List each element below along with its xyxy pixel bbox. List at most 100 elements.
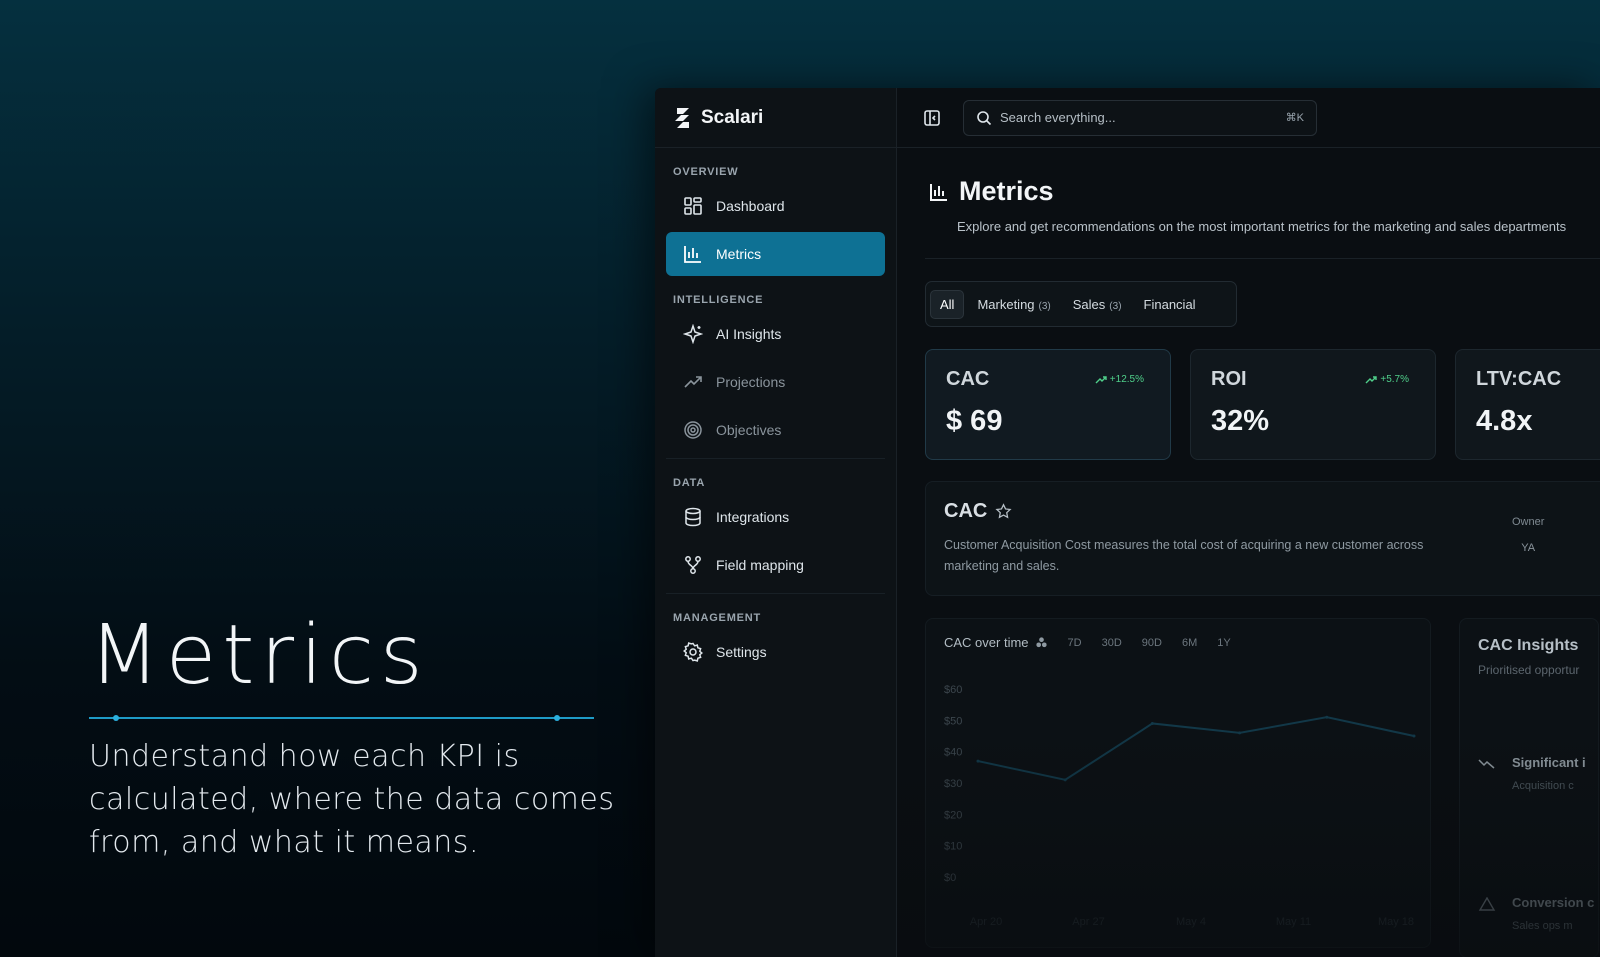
x-tick-label: Apr 20 (970, 916, 1002, 928)
trend-down-icon (1478, 759, 1495, 769)
metric-title-text: CAC (944, 500, 988, 522)
owner-label: Owner (1512, 516, 1545, 528)
kpi-card-roi[interactable]: ROI +5.7% 32% (1190, 349, 1436, 460)
sidebar-item-label: Field mapping (716, 557, 804, 573)
tab-count: (3) (1109, 300, 1122, 312)
sidebar-item-integrations[interactable]: Integrations (666, 495, 885, 539)
tab-marketing[interactable]: Marketing (3) (968, 291, 1059, 318)
tab-financial[interactable]: Financial (1135, 291, 1205, 318)
range-1y[interactable]: 1Y (1217, 637, 1230, 649)
search-placeholder: Search everything... (1000, 110, 1116, 125)
tab-label: Marketing (977, 296, 1035, 312)
y-tick-label: $60 (944, 684, 962, 696)
bar-chart-icon (930, 183, 947, 201)
range-6m[interactable]: 6M (1182, 637, 1197, 649)
tab-count: (3) (1038, 300, 1051, 312)
kpi-delta: +5.7% (1365, 374, 1409, 385)
sidebar-item-label: Dashboard (716, 198, 785, 214)
owner-initials: YA (1521, 542, 1536, 554)
divider (666, 593, 885, 594)
data-point (1325, 715, 1329, 719)
sidebar-item-label: Integrations (716, 509, 790, 525)
kpi-delta: +12.5% (1095, 374, 1144, 385)
kpi-card-ltv-cac[interactable]: LTV:CAC 4.8x (1455, 349, 1600, 460)
rule-dot (113, 715, 119, 721)
kpi-value: $ 69 (946, 405, 1003, 437)
sidebar-item-label: Objectives (716, 422, 782, 438)
range-7d[interactable]: 7D (1068, 637, 1082, 649)
sidebar-item-label: Settings (716, 644, 767, 660)
sidebar-item-dashboard[interactable]: Dashboard (666, 184, 885, 228)
main-content: Search everything... ⌘K Metrics Explore … (897, 88, 1600, 957)
insight-title: Significant i (1512, 755, 1586, 770)
owner: Owner YA (1512, 516, 1544, 554)
warning-icon (1478, 897, 1496, 911)
search-icon (977, 110, 992, 125)
rule-dot (554, 715, 560, 721)
data-point (1412, 734, 1416, 738)
sidebar-item-field-mapping[interactable]: Field mapping (666, 543, 885, 587)
sidebar-item-projections[interactable]: Projections (666, 360, 885, 404)
chart-header: CAC over time 7D 30D 90D 6M 1Y (944, 635, 1412, 650)
app-window: Scalari OVERVIEW Dashboard Metrics INTEL… (655, 88, 1600, 957)
target-icon (682, 419, 704, 441)
sidebar-item-settings[interactable]: Settings (666, 630, 885, 674)
y-tick-label: $10 (944, 841, 962, 853)
y-tick-label: $50 (944, 715, 962, 727)
page-header: Metrics Explore and get recommendations … (897, 148, 1600, 234)
mapping-icon (682, 554, 704, 576)
sidebar-item-objectives[interactable]: Objectives (666, 408, 885, 452)
insight-text: Conversion c Sales ops m (1512, 895, 1594, 932)
tab-label: Sales (1072, 296, 1106, 312)
section-label-management: MANAGEMENT (673, 612, 762, 624)
star-icon[interactable] (995, 503, 1012, 520)
topbar: Search everything... ⌘K (897, 88, 1600, 148)
sidebar-toggle-icon[interactable] (923, 109, 941, 127)
brand-name: Scalari (701, 106, 764, 128)
cac-chart-card: CAC over time 7D 30D 90D 6M 1Y $60 $50 $40… (925, 618, 1431, 948)
insight-sub: Sales ops m (1512, 920, 1573, 932)
insight-item[interactable]: Conversion c Sales ops m (1478, 895, 1594, 932)
kpi-label: LTV:CAC (1476, 368, 1562, 390)
metric-detail-card: CAC Customer Acquisition Cost measures t… (925, 481, 1600, 596)
data-point (1238, 731, 1242, 735)
trend-up-icon (1095, 375, 1107, 383)
insights-title: CAC Insights (1478, 637, 1579, 654)
sidebar-item-label: AI Insights (716, 326, 782, 342)
hero-underline (89, 715, 594, 721)
trend-up-icon (682, 371, 704, 393)
sidebar-item-metrics[interactable]: Metrics (666, 232, 885, 276)
data-point (1063, 778, 1067, 782)
database-icon (682, 506, 704, 528)
tab-sales[interactable]: Sales (3) (1064, 291, 1131, 318)
kpi-value: 4.8x (1476, 405, 1533, 437)
chart-title: CAC over time (944, 635, 1029, 650)
search-input[interactable]: Search everything... ⌘K (963, 99, 1317, 136)
data-point (976, 759, 980, 763)
sidebar-item-label: Metrics (716, 246, 762, 262)
logo-icon (675, 107, 689, 128)
range-30d[interactable]: 30D (1102, 637, 1122, 649)
hero: Metrics Understand how each KPI is calcu… (89, 615, 649, 864)
divider (925, 258, 1600, 259)
x-tick-label: May 11 (1276, 916, 1311, 928)
kpi-card-cac[interactable]: CAC +12.5% $ 69 (925, 349, 1171, 460)
tab-all[interactable]: All (930, 289, 965, 319)
section-label-data: DATA (673, 477, 706, 489)
brand[interactable]: Scalari (655, 88, 896, 148)
hero-subtitle: Understand how each KPI is calculated, w… (89, 739, 615, 860)
grid-icon (682, 195, 704, 217)
insights-subtitle: Prioritised opportur (1478, 663, 1580, 677)
data-point (1150, 721, 1154, 725)
range-90d[interactable]: 90D (1142, 637, 1162, 649)
info-icon (1035, 637, 1047, 648)
x-tick-label: Apr 27 (1072, 916, 1104, 928)
y-tick-label: $20 (944, 809, 962, 821)
sidebar-item-ai-insights[interactable]: AI Insights (666, 312, 885, 356)
insight-item[interactable]: Significant i Acquisition c (1478, 755, 1586, 792)
kpi-value: 32% (1211, 405, 1270, 437)
search-shortcut: ⌘K (1285, 112, 1304, 124)
hero-title: Metrics (89, 608, 429, 703)
y-tick-label: $30 (944, 778, 962, 790)
trend-up-icon (1365, 375, 1378, 383)
